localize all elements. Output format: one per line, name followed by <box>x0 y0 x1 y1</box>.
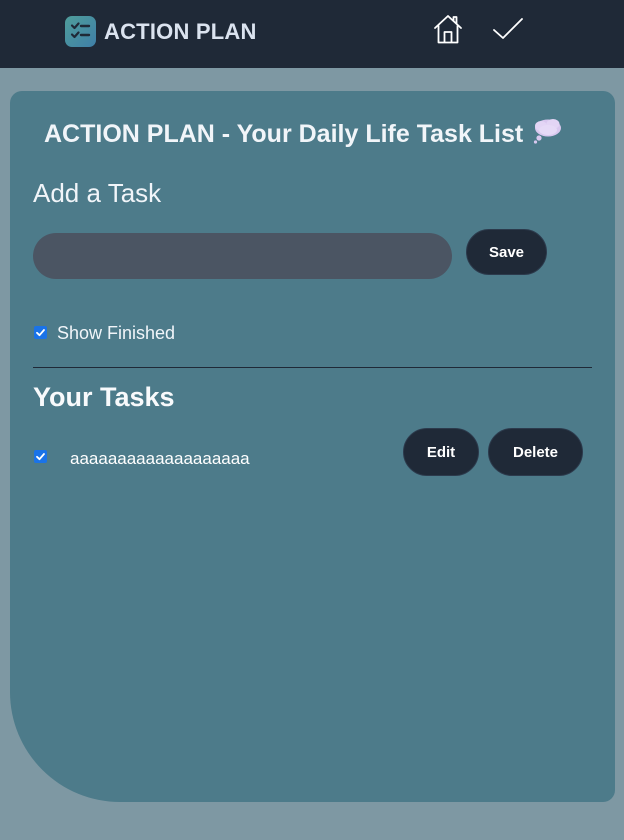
show-finished-checkbox[interactable] <box>34 326 47 339</box>
delete-button[interactable]: Delete <box>488 428 583 476</box>
show-finished-label: Show Finished <box>57 323 176 343</box>
page-title: ACTION PLAN - Your Daily Life Task List <box>44 118 563 151</box>
your-tasks-heading: Your Tasks <box>33 382 175 412</box>
task-done-checkbox[interactable] <box>34 450 47 463</box>
divider <box>33 367 592 368</box>
home-icon[interactable] <box>432 13 464 50</box>
checklist-logo-icon <box>65 16 96 47</box>
check-icon[interactable] <box>492 15 524 48</box>
page-title-text: ACTION PLAN - Your Daily Life Task List <box>44 120 524 148</box>
task-input[interactable] <box>33 233 452 279</box>
save-button[interactable]: Save <box>466 229 547 275</box>
add-task-heading: Add a Task <box>33 178 162 208</box>
edit-button[interactable]: Edit <box>403 428 479 476</box>
navbar: ACTION PLAN <box>0 0 624 68</box>
brand-name: ACTION PLAN <box>104 18 257 44</box>
task-text: aaaaaaaaaaaaaaaaaaa <box>70 449 250 468</box>
brand[interactable]: ACTION PLAN <box>65 16 257 47</box>
thought-cloud-icon <box>533 118 563 151</box>
